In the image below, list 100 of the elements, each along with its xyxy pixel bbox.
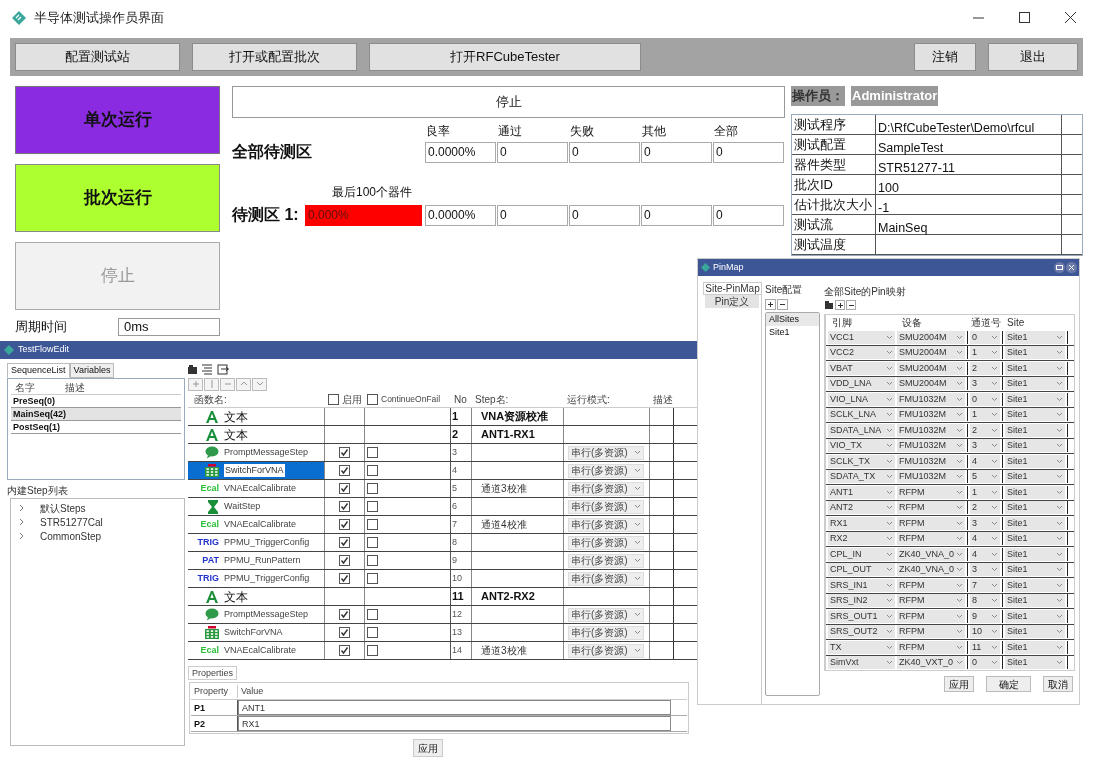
- pin-dropdown[interactable]: TX: [828, 640, 895, 654]
- pin-dropdown[interactable]: RX1: [828, 516, 895, 530]
- checkbox[interactable]: [339, 447, 350, 458]
- device-dropdown[interactable]: FMU1032M: [897, 423, 965, 437]
- run-mode-dropdown[interactable]: 串行(多资源): [568, 535, 644, 550]
- step-row[interactable]: PAT PPMU_RunPattern 9 串行(多资源): [188, 552, 697, 570]
- site-dropdown[interactable]: Site1: [1005, 470, 1065, 484]
- checkbox[interactable]: [339, 645, 350, 656]
- sequence-item[interactable]: PreSeq(0): [11, 395, 181, 408]
- list-icon[interactable]: [201, 364, 213, 375]
- device-dropdown[interactable]: SMU2004M: [897, 330, 965, 344]
- sequence-item[interactable]: PostSeq(1): [11, 421, 181, 434]
- channel-dropdown[interactable]: 9: [970, 609, 1000, 623]
- apply-button[interactable]: 应用: [412, 739, 443, 757]
- site-dropdown[interactable]: Site1: [1005, 656, 1065, 670]
- move-down-icon[interactable]: [252, 377, 267, 391]
- step-row[interactable]: SwitchForVNA 13 串行(多资源): [188, 624, 697, 642]
- remove-button[interactable]: [777, 299, 788, 310]
- step-row[interactable]: SwitchForVNA 4 串行(多资源): [188, 462, 697, 480]
- device-dropdown[interactable]: SMU2004M: [897, 361, 965, 375]
- pin-dropdown[interactable]: SRS_OUT1: [828, 609, 895, 623]
- pin-dropdown[interactable]: VBAT: [828, 361, 895, 375]
- checkbox[interactable]: [367, 627, 378, 638]
- channel-dropdown[interactable]: 4: [970, 454, 1000, 468]
- checkbox[interactable]: [339, 519, 350, 530]
- pin-dropdown[interactable]: VCC2: [828, 346, 895, 360]
- device-dropdown[interactable]: RFPM: [897, 485, 965, 499]
- site-dropdown[interactable]: Site1: [1005, 330, 1065, 344]
- export-icon[interactable]: [217, 364, 229, 375]
- tree-item[interactable]: STR51277Cal: [40, 514, 103, 530]
- device-dropdown[interactable]: RFPM: [897, 532, 965, 546]
- step-row[interactable]: 文本 1 VNA资源校准: [188, 408, 697, 426]
- move-up-icon[interactable]: [236, 377, 251, 391]
- device-dropdown[interactable]: RFPM: [897, 578, 965, 592]
- channel-dropdown[interactable]: 0: [970, 330, 1000, 344]
- run-mode-dropdown[interactable]: 串行(多资源): [568, 607, 644, 622]
- checkbox[interactable]: [367, 394, 378, 405]
- sequence-item[interactable]: MainSeq(42): [11, 408, 181, 421]
- run-mode-dropdown[interactable]: 串行(多资源): [568, 499, 644, 514]
- device-dropdown[interactable]: RFPM: [897, 609, 965, 623]
- toolbar-button[interactable]: 配置测试站: [15, 43, 180, 71]
- device-dropdown[interactable]: FMU1032M: [897, 408, 965, 422]
- toolbar-button[interactable]: 打开或配置批次: [192, 43, 357, 71]
- checkbox[interactable]: [328, 394, 339, 405]
- checkbox[interactable]: [339, 483, 350, 494]
- device-dropdown[interactable]: ZK40_VXT_0: [897, 656, 965, 670]
- device-dropdown[interactable]: RFPM: [897, 594, 965, 608]
- checkbox[interactable]: [367, 447, 378, 458]
- maximize-button[interactable]: [1054, 262, 1065, 273]
- channel-dropdown[interactable]: 5: [970, 470, 1000, 484]
- device-dropdown[interactable]: SMU2004M: [897, 346, 965, 360]
- checkbox[interactable]: [339, 501, 350, 512]
- device-dropdown[interactable]: RFPM: [897, 625, 965, 639]
- channel-dropdown[interactable]: 3: [970, 439, 1000, 453]
- step-row[interactable]: TRIG PPMU_TriggerConfig 10 串行(多资源): [188, 570, 697, 588]
- checkbox[interactable]: [367, 645, 378, 656]
- tree-item[interactable]: CommonStep: [40, 528, 102, 544]
- channel-dropdown[interactable]: 0: [970, 392, 1000, 406]
- pin-dropdown[interactable]: ANT2: [828, 501, 895, 515]
- pin-dropdown[interactable]: SRS_IN2: [828, 594, 895, 608]
- checkbox[interactable]: [367, 573, 378, 584]
- channel-dropdown[interactable]: 0: [970, 656, 1000, 670]
- channel-dropdown[interactable]: 1: [970, 346, 1000, 360]
- channel-dropdown[interactable]: 1: [970, 485, 1000, 499]
- site-dropdown[interactable]: Site1: [1005, 578, 1065, 592]
- device-dropdown[interactable]: ZK40_VNA_0: [897, 563, 965, 577]
- checkbox[interactable]: [339, 465, 350, 476]
- channel-dropdown[interactable]: 4: [970, 532, 1000, 546]
- site-dropdown[interactable]: Site1: [1005, 439, 1065, 453]
- checkbox[interactable]: [367, 465, 378, 476]
- pin-dropdown[interactable]: CPL_IN: [828, 547, 895, 561]
- run-button[interactable]: 批次运行: [15, 164, 220, 232]
- channel-dropdown[interactable]: 4: [970, 547, 1000, 561]
- open-folder-icon[interactable]: [188, 365, 197, 374]
- run-mode-dropdown[interactable]: 串行(多资源): [568, 625, 644, 640]
- site-item[interactable]: Site1: [766, 326, 819, 339]
- checkbox[interactable]: [339, 609, 350, 620]
- run-mode-dropdown[interactable]: 串行(多资源): [568, 463, 644, 478]
- site-dropdown[interactable]: Site1: [1005, 516, 1065, 530]
- pin-dropdown[interactable]: ANT1: [828, 485, 895, 499]
- site-item[interactable]: AllSites: [766, 313, 819, 326]
- dialog-button[interactable]: 应用: [944, 676, 974, 692]
- tab[interactable]: SequenceList: [7, 363, 70, 378]
- checkbox[interactable]: [367, 501, 378, 512]
- step-row[interactable]: TRIG PPMU_TriggerConfig 8 串行(多资源): [188, 534, 697, 552]
- device-dropdown[interactable]: RFPM: [897, 501, 965, 515]
- device-dropdown[interactable]: RFPM: [897, 640, 965, 654]
- site-dropdown[interactable]: Site1: [1005, 377, 1065, 391]
- tab[interactable]: Properties: [188, 666, 238, 680]
- site-dropdown[interactable]: Site1: [1005, 485, 1065, 499]
- channel-dropdown[interactable]: 3: [970, 516, 1000, 530]
- checkbox[interactable]: [339, 555, 350, 566]
- site-dropdown[interactable]: Site1: [1005, 563, 1065, 577]
- checkbox[interactable]: [367, 519, 378, 530]
- channel-dropdown[interactable]: 2: [970, 361, 1000, 375]
- toolbar-button[interactable]: 注销: [914, 43, 976, 71]
- site-dropdown[interactable]: Site1: [1005, 640, 1065, 654]
- step-row[interactable]: WaitStep 6 串行(多资源): [188, 498, 697, 516]
- close-button[interactable]: [1066, 262, 1077, 273]
- channel-dropdown[interactable]: 7: [970, 578, 1000, 592]
